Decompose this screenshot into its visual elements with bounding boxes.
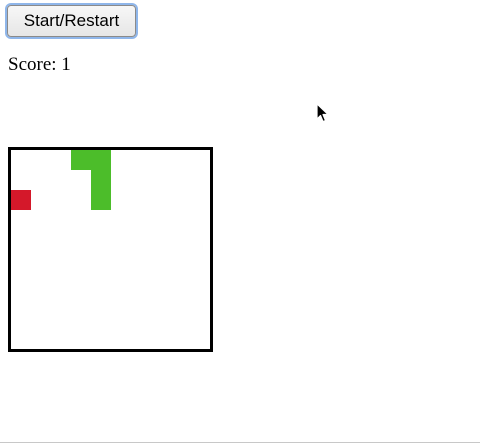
food-cell: [11, 189, 31, 210]
mouse-pointer-icon: [316, 103, 329, 123]
snake-segment: [90, 189, 111, 210]
snake-segment: [90, 169, 111, 190]
game-board[interactable]: [8, 147, 213, 352]
score-display: Score: 1: [8, 54, 71, 76]
score-value: 1: [61, 54, 71, 75]
score-label: Score:: [8, 54, 57, 75]
start-restart-button[interactable]: Start/Restart: [7, 5, 136, 37]
snake-segment: [70, 150, 91, 170]
snake-segment: [90, 150, 111, 170]
divider: [0, 442, 480, 443]
